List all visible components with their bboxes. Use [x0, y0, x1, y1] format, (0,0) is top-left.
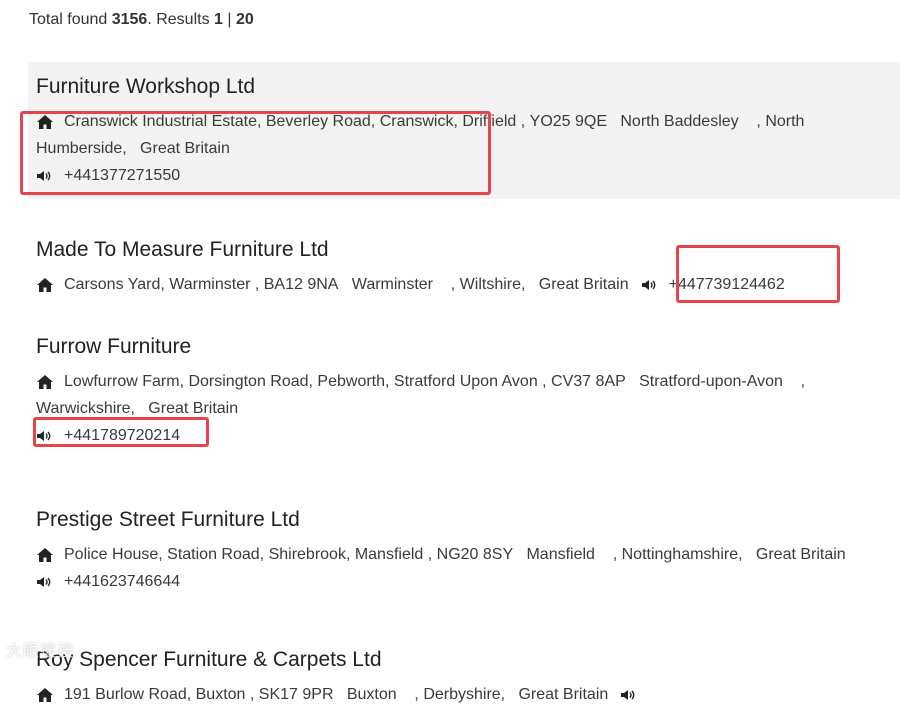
- watermark-text: 大眼搜搜: [6, 643, 75, 660]
- page-separator: |: [222, 11, 236, 28]
- speaker-icon: [36, 169, 54, 183]
- phone-row: [620, 686, 648, 703]
- address-text: Lowfurrow Farm, Dorsington Road, Pebwort…: [36, 373, 806, 417]
- address-row: Cranswick Industrial Estate, Beverley Ro…: [36, 108, 892, 162]
- speaker-icon: [641, 278, 659, 292]
- home-icon: [36, 374, 54, 390]
- phone-number[interactable]: +447739124462: [669, 276, 785, 293]
- company-name-link[interactable]: Made To Measure Furniture Ltd: [36, 237, 892, 263]
- page-to: 20: [235, 11, 254, 28]
- summary-prefix: Total found: [29, 11, 112, 28]
- result-item: Roy Spencer Furniture & Carpets Ltd 191 …: [28, 635, 900, 718]
- home-icon: [36, 114, 54, 130]
- home-icon: [36, 547, 54, 563]
- address-text: Carsons Yard, Warminster , BA12 9NA Warm…: [64, 276, 629, 293]
- address-row: Police House, Station Road, Shirebrook, …: [36, 541, 892, 568]
- speaker-icon: [620, 688, 638, 702]
- results-summary: Total found 3156. Results 1 | 20: [29, 11, 254, 29]
- phone-number[interactable]: +441789720214: [64, 427, 180, 444]
- phone-row: +447739124462: [641, 276, 785, 293]
- home-icon: [36, 277, 54, 293]
- result-item: Furniture Workshop Ltd Cranswick Industr…: [28, 62, 900, 199]
- address-text: Cranswick Industrial Estate, Beverley Ro…: [36, 113, 805, 157]
- result-item: Prestige Street Furniture Ltd Police Hou…: [28, 495, 900, 605]
- result-item: Made To Measure Furniture Ltd Carsons Ya…: [28, 225, 900, 308]
- results-label: . Results: [147, 11, 215, 28]
- results-list: Furniture Workshop Ltd Cranswick Industr…: [28, 62, 900, 718]
- company-name-link[interactable]: Roy Spencer Furniture & Carpets Ltd: [36, 647, 892, 673]
- address-row: Lowfurrow Farm, Dorsington Road, Pebwort…: [36, 368, 892, 422]
- phone-row: +441623746644: [36, 568, 892, 595]
- page-from: 1: [214, 11, 223, 28]
- company-name-link[interactable]: Prestige Street Furniture Ltd: [36, 507, 892, 533]
- speaker-icon: [36, 429, 54, 443]
- total-count: 3156: [111, 11, 148, 28]
- company-name-link[interactable]: Furniture Workshop Ltd: [36, 74, 892, 100]
- phone-number[interactable]: +441377271550: [64, 167, 180, 184]
- speaker-icon: [36, 575, 54, 589]
- company-name-link[interactable]: Furrow Furniture: [36, 334, 892, 360]
- phone-row: +441377271550: [36, 162, 892, 189]
- home-icon: [36, 687, 54, 703]
- phone-row: +441789720214: [36, 422, 892, 449]
- watermark: 大眼搜搜: [6, 637, 74, 661]
- address-text: Police House, Station Road, Shirebrook, …: [64, 546, 846, 563]
- phone-number[interactable]: +441623746644: [64, 573, 180, 590]
- address-text: 191 Burlow Road, Buxton , SK17 9PR Buxto…: [64, 686, 609, 703]
- address-row: Carsons Yard, Warminster , BA12 9NA Warm…: [36, 271, 892, 298]
- address-row: 191 Burlow Road, Buxton , SK17 9PR Buxto…: [36, 681, 892, 708]
- result-item: Furrow Furniture Lowfurrow Farm, Dorsing…: [28, 322, 900, 459]
